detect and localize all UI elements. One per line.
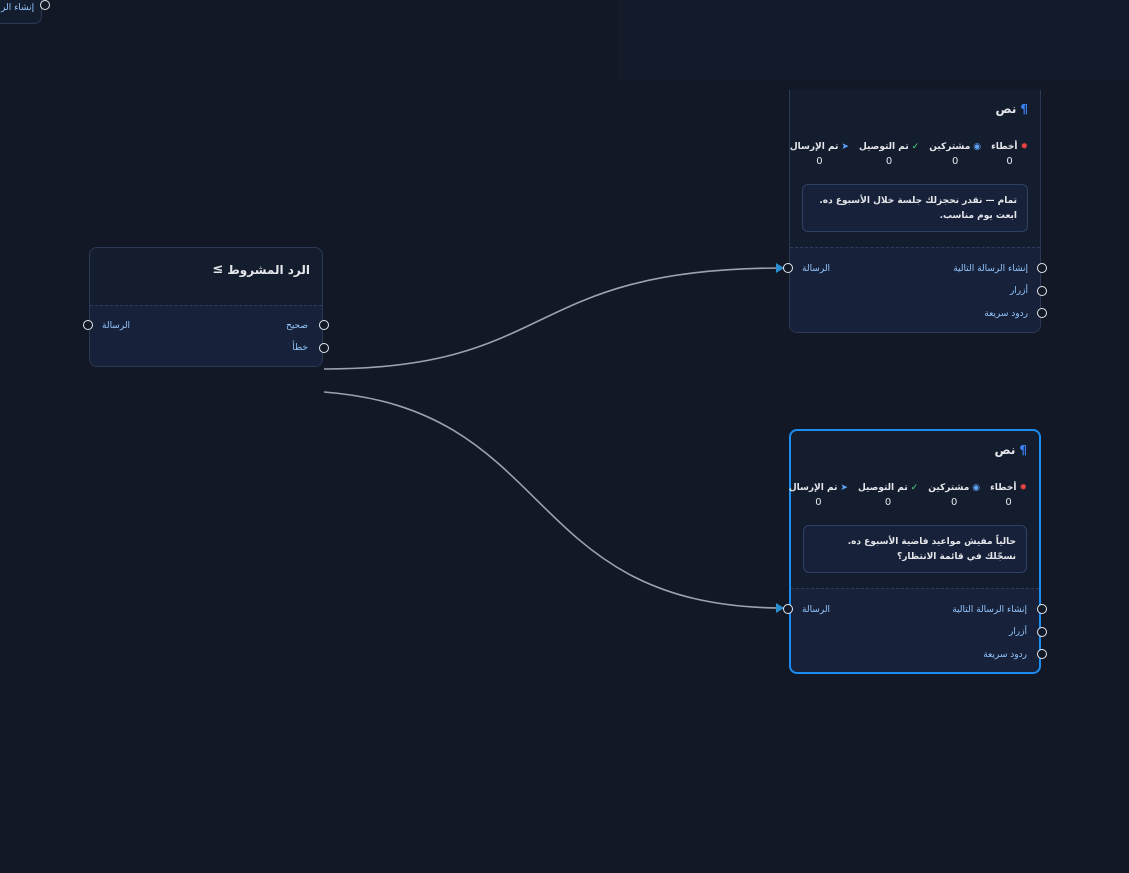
- partial-node[interactable]: إنشاء الر: [0, 0, 50, 24]
- send-icon: ➤: [841, 142, 849, 152]
- pilcrow-icon: ¶: [1019, 443, 1027, 457]
- stat-subscribers: ◉ مشتركين 0: [928, 483, 981, 508]
- stat-sent: ➤ تم الإرسال 0: [788, 483, 848, 508]
- condition-false-label: خطأ: [292, 343, 308, 353]
- condition-node-body: الرسالة صحيح خطأ: [83, 305, 329, 366]
- text-node-1-title: نص: [995, 102, 1017, 116]
- stat-subscribers: ◉ مشتركين 0: [929, 142, 982, 167]
- text-node-2-message[interactable]: حالياً مفيش مواعيد فاضية الأسبوع ده. نسج…: [803, 525, 1027, 573]
- text-node-2-output-next: إنشاء الرسالة التالية: [952, 605, 1027, 615]
- text-node-2-buttons-port[interactable]: [1037, 627, 1047, 637]
- user-circle-icon: ◉: [973, 142, 982, 152]
- text-node-1-next-port[interactable]: [1037, 263, 1047, 273]
- send-icon: ➤: [840, 483, 848, 493]
- text-node-2-output-buttons: أزرار: [1008, 627, 1027, 637]
- greater-equal-icon: ≥: [212, 262, 224, 277]
- check-circle-icon: ✓: [911, 142, 920, 152]
- condition-false-port[interactable]: [319, 343, 329, 353]
- stat-errors: ✹ أخطاء 0: [990, 483, 1027, 508]
- condition-true-label: صحيح: [286, 321, 308, 331]
- text-node-1-output-quick-replies: ردود سريعة: [984, 309, 1028, 319]
- text-node-1-output-next: إنشاء الرسالة التالية: [953, 264, 1028, 274]
- text-node-1-output-buttons: أزرار: [1009, 286, 1028, 296]
- condition-input-label: الرسالة: [102, 321, 131, 331]
- text-node-1-body: الرسالة إنشاء الرسالة التالية أزرار ردود…: [783, 247, 1047, 332]
- text-node-1-message[interactable]: تمام — نقدر نحجزلك جلسة خلال الأسبوع ده.…: [802, 184, 1028, 232]
- text-node-1-quick-replies-port[interactable]: [1037, 308, 1047, 318]
- partial-node-label: إنشاء الر: [1, 3, 35, 13]
- text-node-2-next-port[interactable]: [1037, 604, 1047, 614]
- text-node-2-input-port[interactable]: [783, 604, 793, 614]
- canvas-highlight-area: [618, 0, 1129, 80]
- text-node-1-input-label: الرسالة: [802, 264, 831, 274]
- stat-sent: ➤ تم الإرسال 0: [789, 142, 849, 167]
- partial-node-output-port[interactable]: [40, 0, 50, 10]
- condition-node[interactable]: الرد المشروط ≥ الرسالة صحيح خطأ: [83, 247, 329, 367]
- text-node-2-input-label: الرسالة: [802, 605, 831, 615]
- check-circle-icon: ✓: [910, 483, 919, 493]
- text-node-2-stats: ✹ أخطاء 0 ◉ مشتركين 0 ✓ تم التوصيل 0 ➤ تم ال…: [789, 483, 1027, 508]
- condition-input-port[interactable]: [83, 320, 93, 330]
- text-node-2-quick-replies-port[interactable]: [1037, 649, 1047, 659]
- text-node-1[interactable]: ¶ نص ✹ أخطاء 0 ◉ مشتركين 0 ✓ تم التوصيل 0 ➤…: [783, 90, 1047, 333]
- user-circle-icon: ◉: [972, 483, 981, 493]
- condition-node-title: الرد المشروط: [227, 262, 310, 277]
- bug-icon: ✹: [1019, 483, 1027, 493]
- text-node-2-output-quick-replies: ردود سريعة: [983, 650, 1027, 660]
- text-node-2-body: الرسالة إنشاء الرسالة التالية أزرار ردود…: [783, 588, 1047, 672]
- text-node-1-stats: ✹ أخطاء 0 ◉ مشتركين 0 ✓ تم التوصيل 0 ➤ تم ال…: [790, 142, 1028, 167]
- bug-icon: ✹: [1020, 142, 1028, 152]
- pilcrow-icon: ¶: [1020, 102, 1028, 116]
- text-node-1-buttons-port[interactable]: [1037, 286, 1047, 296]
- condition-true-port[interactable]: [319, 320, 329, 330]
- edge-false-to-text2: [323, 391, 785, 609]
- edge-true-to-text1: [323, 267, 785, 370]
- text-node-2[interactable]: ¶ نص ✹ أخطاء 0 ◉ مشتركين 0 ✓ تم التوصيل 0 ➤…: [783, 429, 1047, 674]
- text-node-1-input-port[interactable]: [783, 263, 793, 273]
- stat-delivered: ✓ تم التوصيل 0: [858, 142, 920, 167]
- text-node-2-title: نص: [994, 443, 1016, 457]
- stat-errors: ✹ أخطاء 0: [991, 142, 1028, 167]
- stat-delivered: ✓ تم التوصيل 0: [857, 483, 919, 508]
